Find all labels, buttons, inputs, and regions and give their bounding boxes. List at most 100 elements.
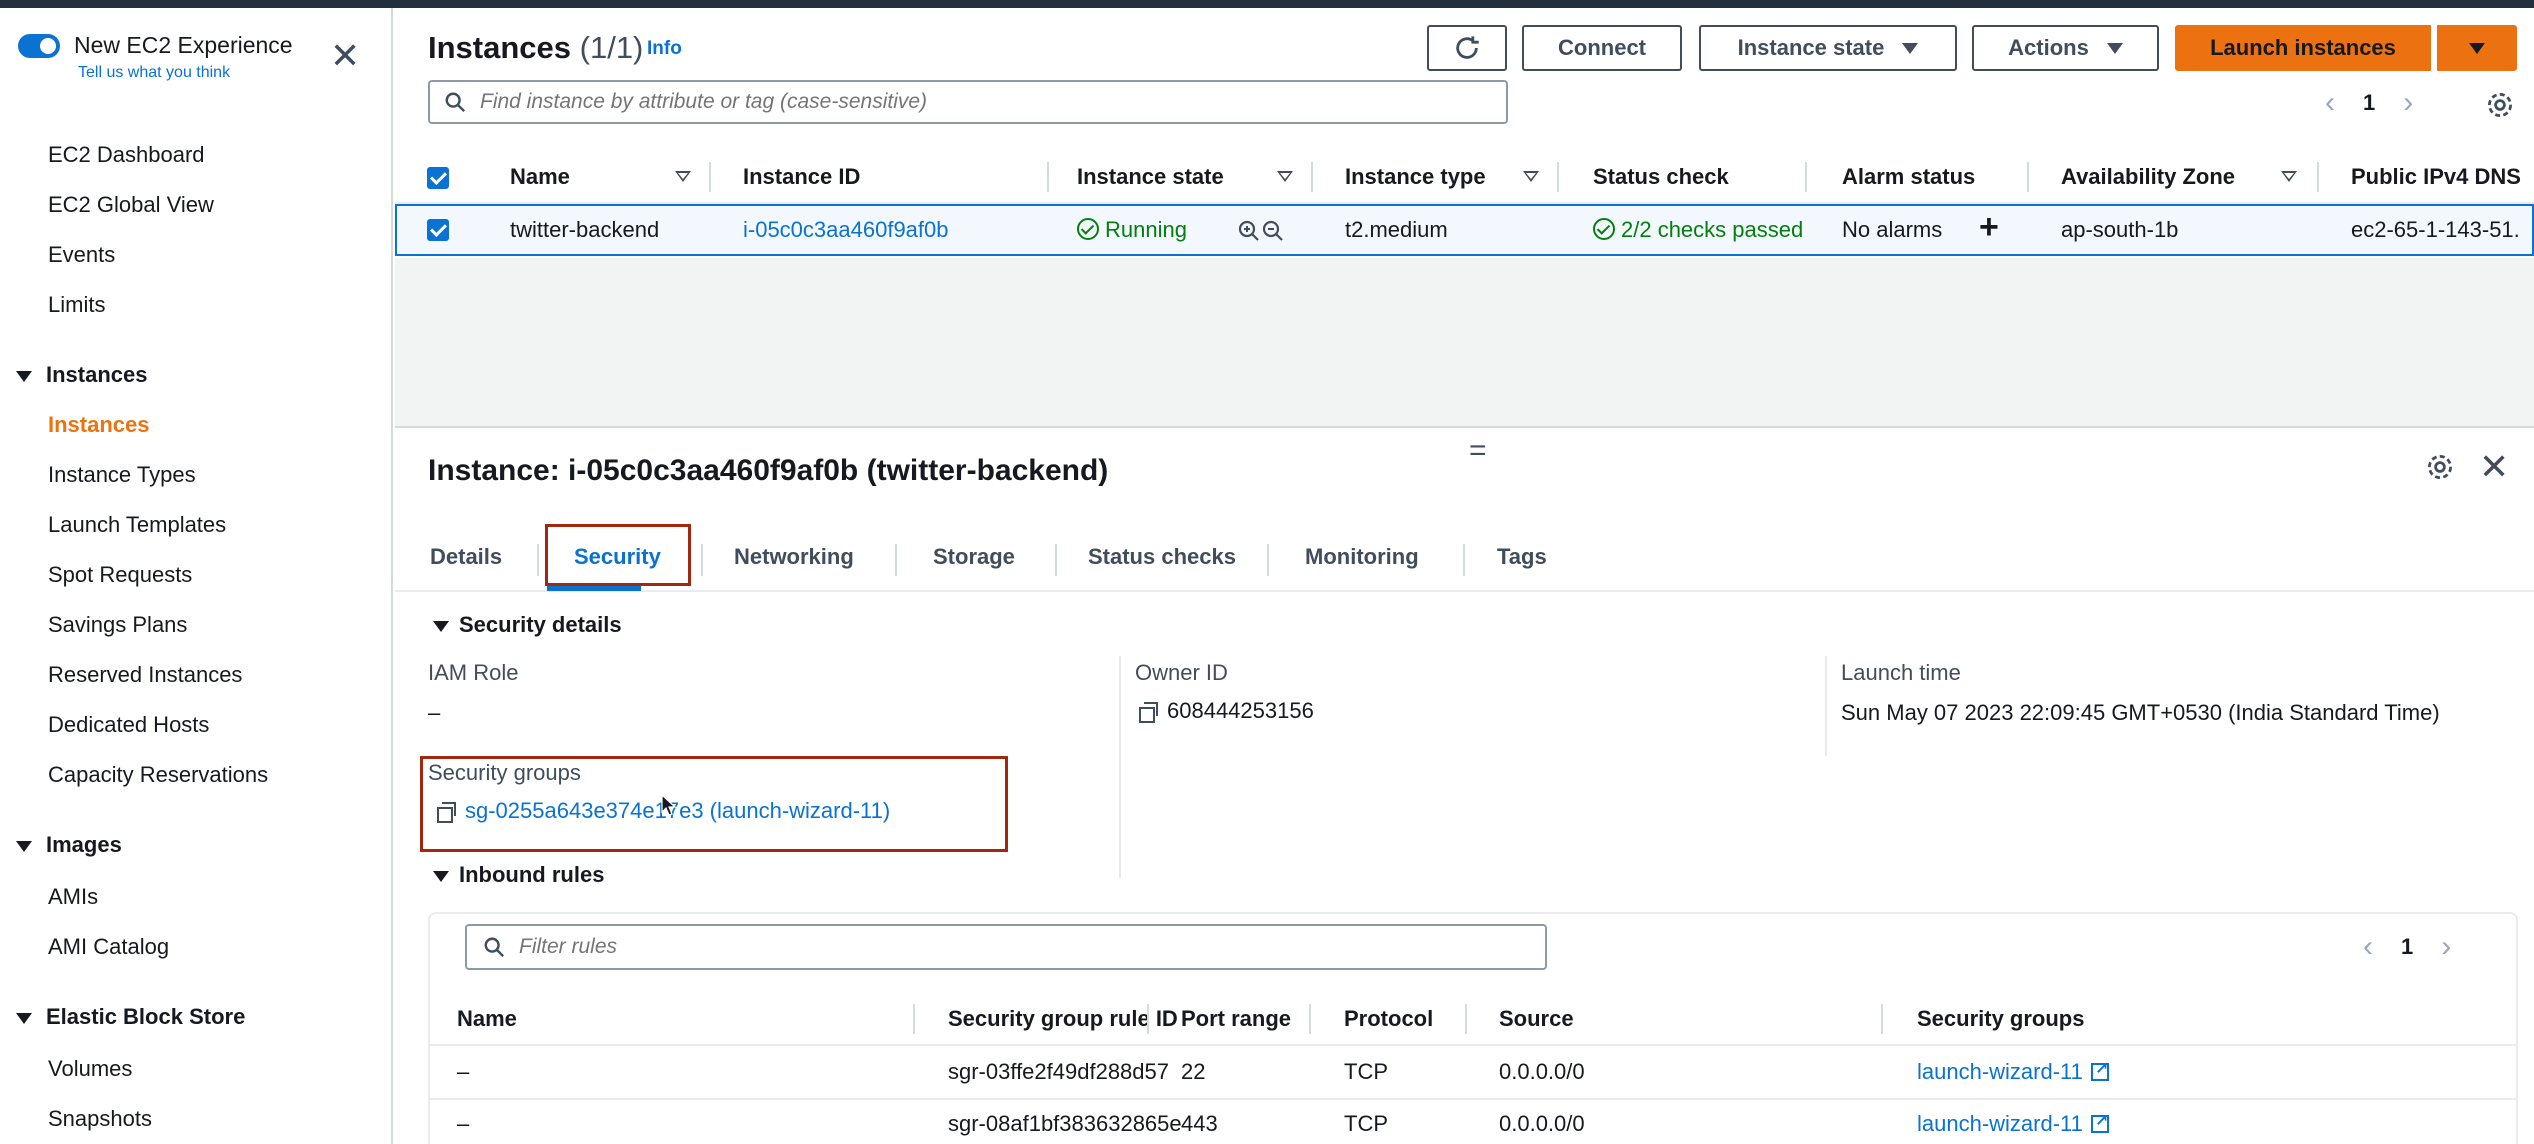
gear-icon[interactable] (2425, 452, 2455, 482)
new-experience-toggle[interactable]: New EC2 Experience (18, 32, 293, 59)
caret-down-icon (433, 620, 449, 632)
page-number[interactable]: 1 (2401, 934, 2413, 960)
row-instance-id-link[interactable]: i-05c0c3aa460f9af0b (743, 217, 949, 243)
col-alarm-status[interactable]: Alarm status (1842, 164, 1975, 190)
col-security-groups[interactable]: Security groups (1917, 1006, 2084, 1032)
rule-security-group-link[interactable]: launch-wizard-11 (1917, 1059, 2109, 1085)
row-state: Running (1077, 217, 1187, 243)
sidebar-item-savings-plans[interactable]: Savings Plans (48, 612, 187, 638)
security-details-heading[interactable]: Security details (433, 612, 622, 638)
col-status-check[interactable]: Status check (1593, 164, 1729, 190)
col-port-range[interactable]: Port range (1181, 1006, 1291, 1032)
col-rule-id[interactable]: Security group rule ID (948, 1006, 1178, 1032)
sidebar-item-snapshots[interactable]: Snapshots (48, 1106, 152, 1132)
check-circle-icon (1077, 218, 1099, 240)
filter-rules[interactable] (465, 924, 1547, 970)
tab-networking[interactable]: Networking (734, 544, 854, 570)
col-protocol[interactable]: Protocol (1344, 1006, 1433, 1032)
rule-protocol: TCP (1344, 1059, 1388, 1084)
caret-down-icon (16, 1012, 32, 1024)
tab-details[interactable]: Details (430, 544, 502, 570)
sidebar-item-volumes[interactable]: Volumes (48, 1056, 132, 1082)
sidebar-item-instances[interactable]: Instances (48, 412, 150, 438)
row-checkbox[interactable] (427, 219, 449, 241)
sidebar-section-ebs[interactable]: Elastic Block Store (16, 1004, 245, 1030)
table-row[interactable]: – sgr-08af1bf383632865e 443 TCP 0.0.0.0/… (429, 1100, 2517, 1144)
inbound-table-header: Name Security group rule ID Port range P… (429, 994, 2517, 1046)
select-all-checkbox[interactable] (427, 167, 449, 189)
row-instance-type: t2.medium (1345, 217, 1448, 242)
owner-id-label: Owner ID (1135, 660, 1228, 685)
sidebar-item-amis[interactable]: AMIs (48, 884, 98, 910)
gear-icon[interactable] (2485, 90, 2515, 120)
table-row[interactable]: twitter-backend i-05c0c3aa460f9af0b Runn… (395, 204, 2534, 256)
col-instance-id[interactable]: Instance ID (743, 164, 860, 190)
inbound-rules-heading[interactable]: Inbound rules (433, 862, 604, 888)
sidebar-item-events[interactable]: Events (48, 242, 115, 268)
sort-icon[interactable] (675, 171, 691, 182)
refresh-icon (1456, 36, 1479, 59)
sidebar-item-ec2-dashboard[interactable]: EC2 Dashboard (48, 142, 205, 168)
instance-state-button[interactable]: Instance state (1699, 25, 1957, 71)
sidebar-item-capacity-reservations[interactable]: Capacity Reservations (48, 762, 268, 788)
caret-down-icon (16, 370, 32, 382)
sidebar-item-reserved-instances[interactable]: Reserved Instances (48, 662, 242, 688)
chevron-right-icon[interactable]: › (2403, 86, 2413, 120)
detail-tabs: Details Security Networking Storage Stat… (395, 524, 2534, 592)
sort-icon[interactable] (1523, 171, 1539, 182)
col-instance-state[interactable]: Instance state (1077, 164, 1224, 190)
col-availability-zone[interactable]: Availability Zone (2061, 164, 2235, 190)
sidebar-section-instances[interactable]: Instances (16, 362, 148, 388)
chevron-left-icon[interactable]: ‹ (2325, 86, 2335, 120)
sidebar-item-ec2-global-view[interactable]: EC2 Global View (48, 192, 214, 218)
tab-monitoring[interactable]: Monitoring (1305, 544, 1419, 570)
zoom-out-icon[interactable] (1261, 219, 1285, 243)
add-alarm-icon[interactable]: + (1979, 208, 1999, 247)
col-rule-name[interactable]: Name (457, 1006, 517, 1032)
col-source[interactable]: Source (1499, 1006, 1574, 1032)
chevron-right-icon[interactable]: › (2441, 930, 2451, 964)
filter-rules-input[interactable] (519, 935, 1419, 959)
close-icon[interactable]: ✕ (330, 38, 360, 74)
instance-search[interactable] (428, 80, 1508, 124)
caret-down-icon (433, 870, 449, 882)
instance-detail-title: Instance: i-05c0c3aa460f9af0b (twitter-b… (428, 454, 1109, 487)
external-link-icon (2090, 1111, 2109, 1133)
sort-icon[interactable] (1277, 171, 1293, 182)
sidebar-item-launch-templates[interactable]: Launch Templates (48, 512, 226, 538)
launch-instances-button[interactable]: Launch instances (2175, 25, 2431, 71)
launch-dropdown-button[interactable] (2437, 25, 2517, 71)
table-row[interactable]: – sgr-03ffe2f49df288d57 22 TCP 0.0.0.0/0… (429, 1048, 2517, 1100)
tab-storage[interactable]: Storage (933, 544, 1015, 570)
feedback-link[interactable]: Tell us what you think (78, 64, 230, 82)
chevron-left-icon[interactable]: ‹ (2363, 930, 2373, 964)
refresh-button[interactable] (1427, 25, 1507, 71)
search-input[interactable] (480, 90, 1380, 114)
rule-source: 0.0.0.0/0 (1499, 1111, 1585, 1136)
sidebar-item-dedicated-hosts[interactable]: Dedicated Hosts (48, 712, 209, 738)
col-public-ipv4-dns[interactable]: Public IPv4 DNS (2351, 164, 2521, 190)
page-title: Instances (1/1) (428, 30, 644, 65)
connect-button[interactable]: Connect (1522, 25, 1682, 71)
zoom-in-icon[interactable] (1237, 219, 1261, 243)
main-content: Instances (1/1) Info Connect Instance st… (395, 8, 2534, 1144)
tab-tags[interactable]: Tags (1497, 544, 1547, 570)
col-instance-type[interactable]: Instance type (1345, 164, 1486, 190)
copy-icon[interactable] (1139, 702, 1158, 723)
toggle-switch[interactable] (18, 33, 60, 58)
sort-icon[interactable] (2281, 171, 2297, 182)
col-name[interactable]: Name (510, 164, 570, 190)
info-link[interactable]: Info (647, 38, 682, 60)
sidebar-item-instance-types[interactable]: Instance Types (48, 462, 196, 488)
tab-status-checks[interactable]: Status checks (1088, 544, 1236, 570)
close-icon[interactable]: ✕ (2479, 446, 2509, 488)
sidebar-section-images[interactable]: Images (16, 832, 122, 858)
page-number[interactable]: 1 (2363, 90, 2375, 116)
resize-handle[interactable]: = (1469, 434, 1487, 468)
rule-security-group-link[interactable]: launch-wizard-11 (1917, 1111, 2109, 1137)
actions-button[interactable]: Actions (1972, 25, 2159, 71)
sidebar-item-ami-catalog[interactable]: AMI Catalog (48, 934, 169, 960)
sidebar-item-limits[interactable]: Limits (48, 292, 105, 318)
sidebar-item-spot-requests[interactable]: Spot Requests (48, 562, 192, 588)
annotation-box-security-groups (420, 756, 1008, 852)
